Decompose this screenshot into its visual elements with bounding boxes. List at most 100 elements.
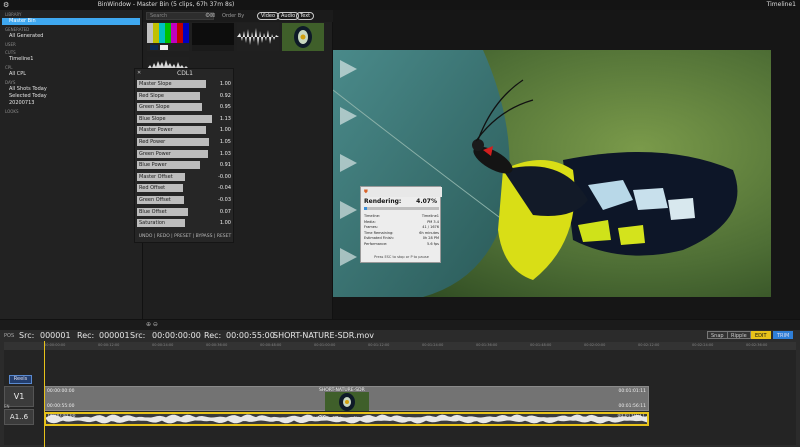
audio-clip[interactable]: 00:00:00:00 SHORT-NATURE-SDR 00:01:01:11 bbox=[44, 412, 649, 426]
overlay-play-icon-4 bbox=[340, 201, 357, 219]
ruler-tick-label: 00:02:24:00 bbox=[692, 343, 714, 347]
audio-clip-name: SHORT-NATURE-SDR bbox=[312, 414, 358, 419]
ruler-tick-label: 00:00:00:00 bbox=[44, 343, 66, 347]
render-progress-bar bbox=[364, 207, 439, 210]
overlay-play-icon-2 bbox=[340, 107, 357, 125]
ripple-button[interactable]: Ripple bbox=[727, 331, 751, 339]
cdl-slider[interactable]: Blue Power 0.91 bbox=[137, 161, 233, 170]
clip-thumbnail-butterfly[interactable] bbox=[282, 23, 324, 51]
render-dialog-header: ⛊ bbox=[361, 187, 442, 197]
cdl-slider-label: Green Power bbox=[139, 150, 171, 157]
sidebar-item[interactable]: Timeline1 bbox=[0, 56, 142, 63]
render-logo-icon: ⛊ bbox=[364, 189, 368, 195]
video-clip[interactable]: 00:00:00:00 SHORT-NATURE-SDR 00:01:01:11… bbox=[44, 386, 649, 411]
video-clip-src-out: 00:01:01:11 bbox=[618, 389, 646, 394]
cdl-slider-value: -0.04 bbox=[218, 185, 231, 192]
ruler-tick-label: 00:00:24:00 bbox=[152, 343, 174, 347]
cdl-slider[interactable]: Green Offset -0.03 bbox=[137, 196, 233, 204]
clip-thumbnails bbox=[145, 23, 331, 69]
filter-video-button[interactable]: Video bbox=[257, 12, 280, 20]
render-field-row: Time Remaining: 6h minutes bbox=[364, 231, 439, 236]
ruler-tick-label: 00:02:36:00 bbox=[746, 343, 768, 347]
panel-footer-bar: ⊕ ⊖ bbox=[0, 319, 800, 330]
cdl-slider-value: -0.00 bbox=[218, 173, 231, 180]
viewer-window-title: Timeline1 bbox=[766, 1, 796, 8]
cdl-slider-value: 1.00 bbox=[219, 220, 231, 227]
cdl-slider[interactable]: Green Slope 0.95 bbox=[137, 103, 233, 112]
video-clip-rec-in: 00:00:55:00 bbox=[47, 404, 75, 409]
cdl-slider-label: Saturation bbox=[139, 220, 166, 227]
cdl-slider-label: Blue Offset bbox=[139, 208, 167, 215]
cdl-slider[interactable]: Master Offset -0.00 bbox=[137, 172, 233, 181]
cdl-slider[interactable]: Red Slope 0.92 bbox=[137, 91, 233, 100]
audio-clip-src-in: 00:00:00:00 bbox=[48, 414, 76, 419]
sidebar-section-header: LOOKS bbox=[5, 109, 19, 114]
sidebar-item[interactable]: All Generated bbox=[0, 33, 142, 40]
viewer-panel bbox=[333, 10, 800, 330]
render-field-row: Performance: 5.6 fps bbox=[364, 242, 439, 247]
video-clip-rec-out: 00:01:56:11 bbox=[618, 404, 646, 409]
edit-mode-button[interactable]: EDIT bbox=[751, 331, 771, 339]
timeline-ruler[interactable]: 00:00:00:00 00:00:12:00 00:00:24:00 00:00:3… bbox=[4, 342, 796, 350]
video-clip-thumbnail-image bbox=[325, 392, 369, 411]
cdl-slider[interactable]: Master Slope 1.00 bbox=[137, 80, 233, 88]
render-field-key: Media: bbox=[364, 219, 376, 224]
search-input[interactable]: Search bbox=[146, 12, 214, 20]
render-field-row: Media: PM 3.4 bbox=[364, 220, 439, 225]
bin-add-buttons[interactable]: ⊕ ⊖ bbox=[146, 321, 158, 328]
render-field-key: Performance: bbox=[364, 242, 388, 246]
clip-thumbnail-audio[interactable] bbox=[237, 23, 279, 51]
cdl-slider[interactable]: Red Power 1.05 bbox=[137, 138, 233, 146]
overlay-play-icon-5 bbox=[340, 248, 357, 266]
reels-button[interactable]: Reels bbox=[9, 375, 32, 384]
sidebar-item[interactable]: All Shots Today bbox=[0, 86, 142, 93]
track-a1-6-header[interactable]: A1..6 bbox=[4, 409, 34, 425]
rec-frame: 000001 bbox=[99, 331, 130, 340]
render-field-value: PM 3.4 bbox=[427, 219, 439, 224]
ruler-tick-label: 00:00:12:00 bbox=[98, 343, 120, 347]
audio-clip-src-out: 00:01:01:11 bbox=[617, 414, 645, 419]
sidebar-sections: LIBRARY Master Bin GENERATED All Generated U… bbox=[0, 12, 142, 115]
cdl-slider[interactable]: Master Power 1.00 bbox=[137, 126, 233, 135]
sidebar-item[interactable]: All CPL bbox=[0, 71, 142, 78]
order-by-dropdown[interactable]: Order By bbox=[222, 12, 244, 20]
cdl-slider[interactable]: Red Offset -0.04 bbox=[137, 184, 233, 193]
cdl-slider-label: Master Slope bbox=[139, 81, 172, 87]
sidebar-item[interactable]: Selected Today bbox=[0, 93, 142, 100]
cdl-slider-value: 0.92 bbox=[219, 92, 231, 99]
sidebar-item[interactable]: 20200713 bbox=[0, 100, 142, 107]
cdl-panel: ✕ CDL1 Master Slope 1.00 Red Slope 0.92 Gree… bbox=[134, 68, 234, 243]
search-clear-icon[interactable]: ⊠ bbox=[210, 12, 215, 19]
filter-text-button[interactable]: Text bbox=[296, 12, 315, 20]
render-field-value: 41 / 1676 bbox=[422, 225, 439, 230]
rec-tc-label: Rec: bbox=[204, 331, 222, 340]
title-bar: ⚙ BinWindow - Master Bin (5 clips, 67h 3… bbox=[0, 0, 800, 10]
pos-label: POS bbox=[4, 333, 15, 339]
cdl-slider-value: 0.91 bbox=[219, 162, 231, 169]
cdl-slider-value: 1.13 bbox=[219, 115, 231, 122]
ruler-tick-label: 00:00:48:00 bbox=[260, 343, 282, 347]
clip-thumbnail-colorbars[interactable] bbox=[147, 23, 189, 51]
cdl-slider[interactable]: Green Power 1.03 bbox=[137, 149, 233, 158]
cdl-slider[interactable]: Blue Slope 1.13 bbox=[137, 114, 233, 123]
cdl-slider-label: Green Slope bbox=[139, 104, 170, 111]
rec-label: Rec: bbox=[77, 331, 95, 340]
playhead[interactable] bbox=[44, 341, 45, 447]
render-hint: Press ESC to stop or P to pause bbox=[374, 255, 429, 259]
clip-thumbnail-black[interactable] bbox=[192, 23, 234, 51]
src-timecode: 00:00:00:00 bbox=[152, 331, 201, 340]
bin-toolbar: Search ⚙ ⊠ Order By Video Audio Text bbox=[143, 10, 333, 22]
colorbars-image bbox=[147, 23, 189, 51]
cdl-actions[interactable]: UNDO | REDO | PRESET | BYPASS | RESET bbox=[135, 234, 235, 239]
snap-button[interactable]: Snap bbox=[707, 331, 728, 339]
ruler-tick-label: 00:01:00:00 bbox=[314, 343, 336, 347]
cdl-slider-label: Red Slope bbox=[139, 92, 164, 99]
sidebar-item[interactable]: Master Bin bbox=[2, 18, 140, 25]
src-label: Src: bbox=[19, 331, 35, 340]
bin-window-title: BinWindow - Master Bin (5 clips, 67h 37m… bbox=[97, 1, 235, 8]
cdl-slider-label: Red Offset bbox=[139, 185, 166, 192]
cdl-slider[interactable]: Blue Offset 0.07 bbox=[137, 207, 233, 216]
trim-mode-button[interactable]: TRIM bbox=[773, 331, 794, 339]
rec-timecode: 00:00:55:00 bbox=[226, 331, 275, 340]
cdl-slider[interactable]: Saturation 1.00 bbox=[137, 219, 233, 228]
